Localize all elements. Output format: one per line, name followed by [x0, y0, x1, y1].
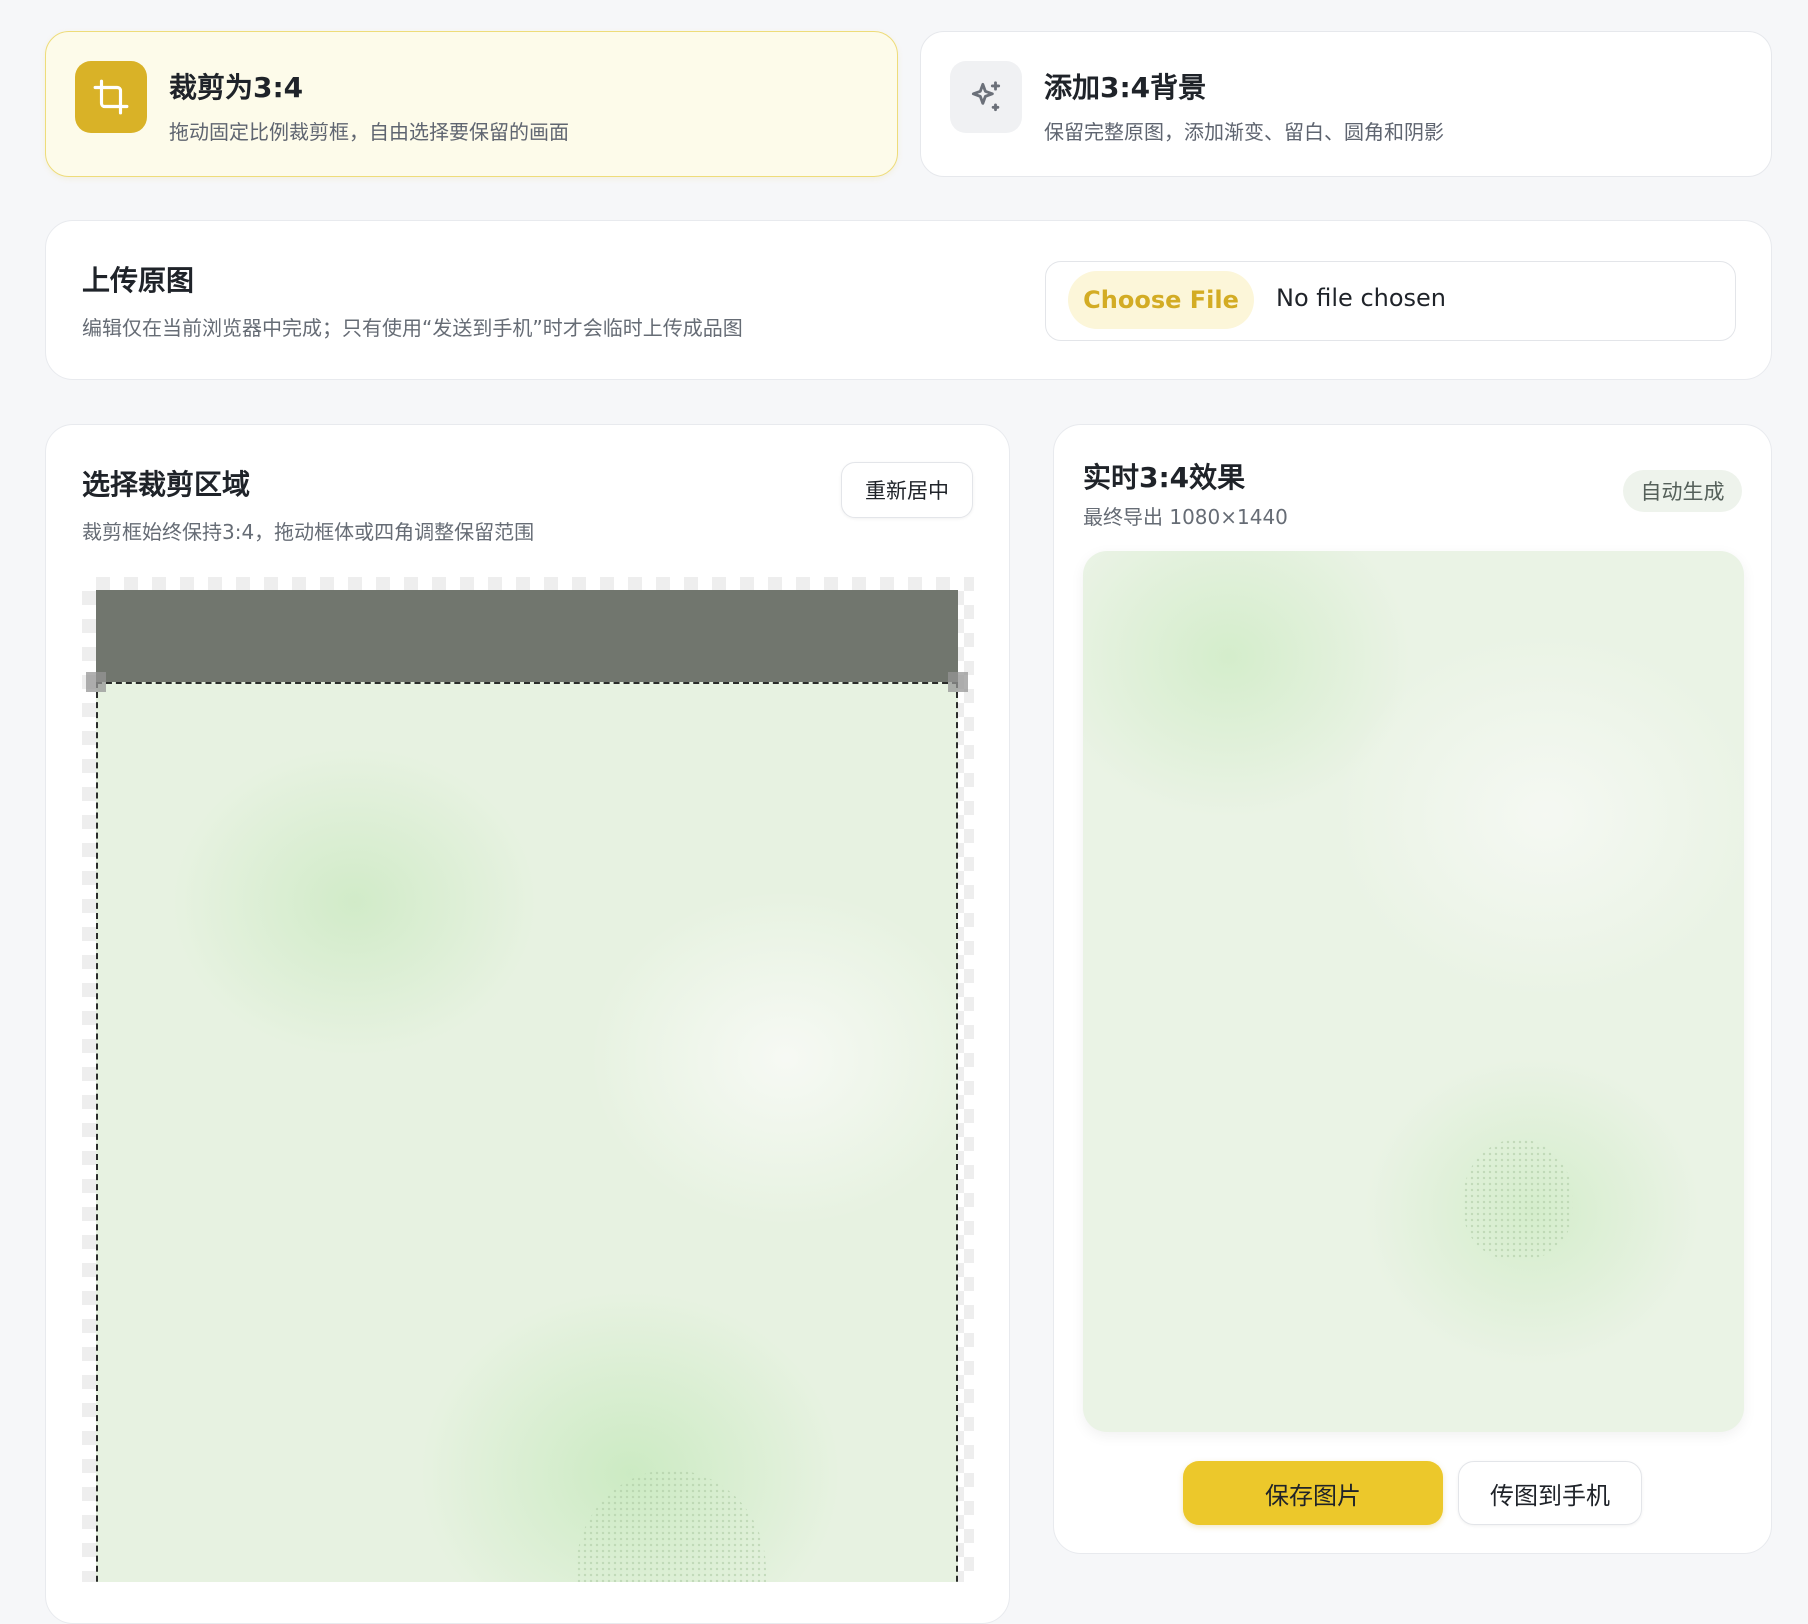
image-subject	[1463, 1139, 1573, 1259]
auto-generate-badge: 自动生成	[1623, 470, 1742, 512]
upload-description: 编辑仅在当前浏览器中完成；只有使用“发送到手机”时才会临时上传成品图	[82, 316, 743, 340]
mode-description: 保留完整原图，添加渐变、留白、圆角和阴影	[1044, 120, 1444, 144]
upload-title: 上传原图	[82, 264, 195, 297]
crop-outside-mask	[96, 590, 958, 682]
sparkles-icon	[950, 61, 1022, 133]
preview-subtitle: 最终导出 1080×1440	[1083, 505, 1288, 529]
file-status: No file chosen	[1276, 284, 1447, 312]
mode-description: 拖动固定比例裁剪框，自由选择要保留的画面	[169, 120, 569, 144]
crop-title: 选择裁剪区域	[82, 468, 251, 501]
save-image-button[interactable]: 保存图片	[1183, 1461, 1443, 1525]
crop-frame[interactable]	[96, 682, 958, 1582]
preview-image	[1083, 551, 1744, 1432]
preview-title: 实时3:4效果	[1083, 461, 1246, 494]
recenter-button[interactable]: 重新居中	[841, 462, 973, 518]
send-to-phone-button[interactable]: 传图到手机	[1458, 1461, 1642, 1525]
mode-title: 添加3:4背景	[1044, 71, 1207, 104]
mode-title: 裁剪为3:4	[169, 71, 304, 104]
choose-file-button[interactable]: Choose File	[1068, 271, 1254, 329]
mode-card-background[interactable]: 添加3:4背景 保留完整原图，添加渐变、留白、圆角和阴影	[920, 31, 1772, 177]
crop-handle-top-left[interactable]	[86, 672, 106, 692]
crop-description: 裁剪框始终保持3:4，拖动框体或四角调整保留范围	[82, 520, 535, 544]
file-input[interactable]: Choose File No file chosen	[1045, 261, 1736, 341]
crop-handle-top-right[interactable]	[948, 672, 968, 692]
mode-card-crop[interactable]: 裁剪为3:4 拖动固定比例裁剪框，自由选择要保留的画面	[45, 31, 898, 177]
crop-stage[interactable]	[82, 577, 974, 1582]
crop-icon	[75, 61, 147, 133]
